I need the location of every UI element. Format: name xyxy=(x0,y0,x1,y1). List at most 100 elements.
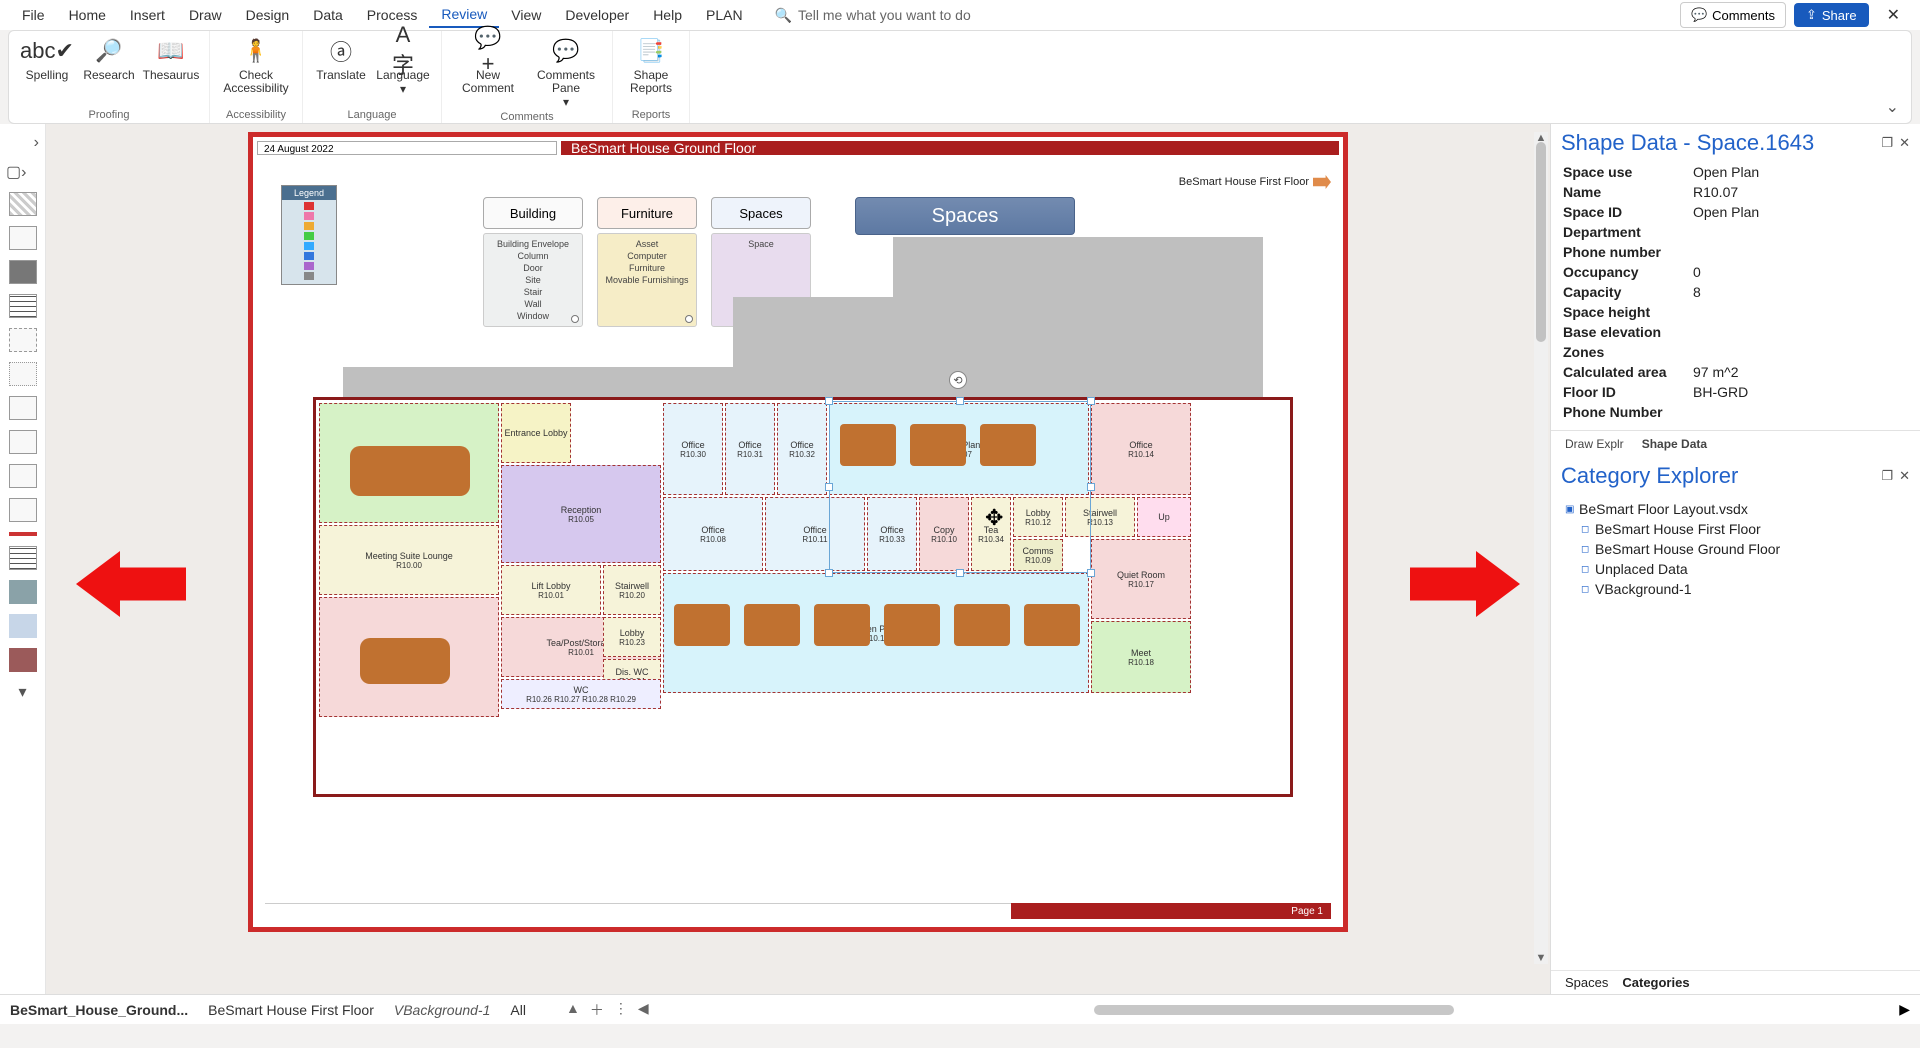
shapes-flyout-icon[interactable]: ▢› xyxy=(0,162,32,182)
selection-handle[interactable] xyxy=(956,569,964,577)
stencil-counter[interactable] xyxy=(9,226,37,250)
tab-data[interactable]: Data xyxy=(301,3,355,27)
room-entrance-lobby[interactable]: Entrance Lobby xyxy=(501,403,571,463)
room-office-31[interactable]: OfficeR10.31 xyxy=(725,403,775,495)
nav-first-floor-link[interactable]: BeSmart House First Floor xyxy=(1179,175,1331,189)
sd-value[interactable] xyxy=(1693,324,1908,340)
page-tab-prev-icon[interactable]: ◀ xyxy=(638,1000,649,1020)
tab-view[interactable]: View xyxy=(499,3,553,27)
comments-button[interactable]: 💬 Comments xyxy=(1680,2,1786,28)
scroll-down-icon[interactable]: ▼ xyxy=(1534,952,1548,964)
selection-handle[interactable] xyxy=(1087,569,1095,577)
spelling-button[interactable]: abc✔Spelling xyxy=(19,35,75,82)
selection-handle[interactable] xyxy=(825,483,833,491)
research-button[interactable]: 🔎Research xyxy=(81,35,137,82)
room-wc-row[interactable]: WCR10.26 R10.27 R10.28 R10.29 xyxy=(501,679,661,709)
tree-collapse-icon[interactable]: ◻ xyxy=(1581,564,1591,574)
page-tab-all[interactable]: All xyxy=(510,1002,526,1018)
panel-building[interactable]: Building EnvelopeColumnDoorSiteStairWall… xyxy=(483,233,583,327)
room-vc-room[interactable]: VC RoomR10.02 xyxy=(319,597,499,717)
tab-plan[interactable]: PLAN xyxy=(694,3,755,27)
sd-value[interactable]: R10.07 xyxy=(1693,184,1908,200)
tab-design[interactable]: Design xyxy=(234,3,302,27)
tree-node[interactable]: ◻VBackground-1 xyxy=(1565,579,1906,599)
toggle-building[interactable]: Building xyxy=(483,197,583,229)
stencil-wall-hatch[interactable] xyxy=(9,192,37,216)
shape-reports-button[interactable]: 📑Shape Reports xyxy=(623,35,679,95)
stencil-arc[interactable] xyxy=(9,396,37,420)
room-office-08[interactable]: OfficeR10.08 xyxy=(663,497,763,571)
stencil-arch[interactable] xyxy=(9,464,37,488)
sd-value[interactable]: 97 m^2 xyxy=(1693,364,1908,380)
sd-value[interactable] xyxy=(1693,344,1908,360)
sd-value[interactable] xyxy=(1693,244,1908,260)
pane-restore-icon[interactable]: ❐ xyxy=(1881,135,1893,151)
selection-handle[interactable] xyxy=(1087,483,1095,491)
toggle-furniture[interactable]: Furniture xyxy=(597,197,697,229)
thesaurus-button[interactable]: 📖Thesaurus xyxy=(143,35,199,82)
stencil-drop[interactable] xyxy=(9,498,37,522)
scroll-thumb[interactable] xyxy=(1536,142,1546,342)
sd-value[interactable] xyxy=(1693,404,1908,420)
share-button[interactable]: ⇪ Share xyxy=(1794,3,1869,27)
tree-root[interactable]: ▣BeSmart Floor Layout.vsdx xyxy=(1565,499,1906,519)
page-tab-add-icon[interactable]: ＋ xyxy=(590,1000,604,1020)
stencil-dotted[interactable] xyxy=(9,362,37,386)
tree-node[interactable]: ◻BeSmart House Ground Floor xyxy=(1565,539,1906,559)
page-tab-first[interactable]: BeSmart House First Floor xyxy=(208,1002,374,1018)
room-meeting-lounge[interactable]: Meeting Suite LoungeR10.00 xyxy=(319,525,499,595)
horizontal-scrollbar[interactable] xyxy=(669,1005,1880,1015)
sd-value[interactable] xyxy=(1693,224,1908,240)
room-stairwell-a[interactable]: StairwellR10.20 xyxy=(603,565,661,615)
translate-button[interactable]: ⓐTranslate xyxy=(313,35,369,96)
ribbon-collapse-icon[interactable]: ⌄ xyxy=(1874,91,1911,123)
selection-handle[interactable] xyxy=(825,569,833,577)
room-lobby-b[interactable]: LobbyR10.23 xyxy=(603,617,661,657)
stencil-swatch-teal[interactable] xyxy=(9,580,37,604)
room-meet[interactable]: MeetR10.18 xyxy=(1091,621,1191,693)
sd-value[interactable]: Open Plan xyxy=(1693,204,1908,220)
tell-me-search[interactable]: 🔍 Tell me what you want to do xyxy=(775,7,1115,24)
selection-handle[interactable] xyxy=(956,397,964,405)
language-button[interactable]: A字Language▾ xyxy=(375,35,431,96)
selection-handle[interactable] xyxy=(1087,397,1095,405)
pane-close-icon[interactable]: ✕ xyxy=(1899,135,1910,151)
room-office-30[interactable]: OfficeR10.30 xyxy=(663,403,723,495)
sd-value[interactable]: Open Plan xyxy=(1693,164,1908,180)
page-tab-next-icon[interactable]: ▶ xyxy=(1899,1001,1910,1018)
expand-shapes-icon[interactable]: › xyxy=(34,134,45,152)
comments-pane-button[interactable]: 💬Comments Pane▾ xyxy=(530,35,602,109)
close-icon[interactable]: ✕ xyxy=(1877,5,1910,25)
tab-shape-data[interactable]: Shape Data xyxy=(1642,437,1707,451)
tree-collapse-icon[interactable]: ◻ xyxy=(1581,584,1591,594)
tree-collapse-icon[interactable]: ◻ xyxy=(1581,544,1591,554)
tab-developer[interactable]: Developer xyxy=(553,3,641,27)
stencil-more-icon[interactable]: ▾ xyxy=(18,682,26,702)
tab-file[interactable]: File xyxy=(10,3,57,27)
room-up[interactable]: Up xyxy=(1137,497,1191,537)
scroll-thumb[interactable] xyxy=(1094,1005,1454,1015)
stencil-swatch-maroon[interactable] xyxy=(9,648,37,672)
selection-handle[interactable] xyxy=(825,397,833,405)
tree-node[interactable]: ◻BeSmart House First Floor xyxy=(1565,519,1906,539)
page-tab-up-icon[interactable]: ▲ xyxy=(566,1000,580,1020)
panel-furniture[interactable]: AssetComputerFurnitureMovable Furnishing… xyxy=(597,233,697,327)
sd-value[interactable]: 0 xyxy=(1693,264,1908,280)
sd-value[interactable]: BH-GRD xyxy=(1693,384,1908,400)
tab-spaces[interactable]: Spaces xyxy=(1565,975,1608,990)
stencil-sink[interactable] xyxy=(9,260,37,284)
toggle-spaces[interactable]: Spaces xyxy=(711,197,811,229)
tab-home[interactable]: Home xyxy=(57,3,118,27)
sd-value[interactable]: 8 xyxy=(1693,284,1908,300)
pane-close-icon[interactable]: ✕ xyxy=(1899,468,1910,484)
tree-collapse-icon[interactable]: ◻ xyxy=(1581,524,1591,534)
tree-expand-icon[interactable]: ▣ xyxy=(1565,504,1575,514)
tab-insert[interactable]: Insert xyxy=(118,3,177,27)
stencil-redline[interactable] xyxy=(9,532,37,536)
stencil-line[interactable] xyxy=(9,430,37,454)
spaces-banner[interactable]: Spaces xyxy=(855,197,1075,235)
drawing-canvas[interactable]: 24 August 2022 BeSmart House Ground Floo… xyxy=(46,124,1550,994)
room-open-plan-b[interactable]: Open PlanR10.19 xyxy=(663,573,1089,693)
new-comment-button[interactable]: 💬+New Comment xyxy=(452,35,524,109)
sd-value[interactable] xyxy=(1693,304,1908,320)
